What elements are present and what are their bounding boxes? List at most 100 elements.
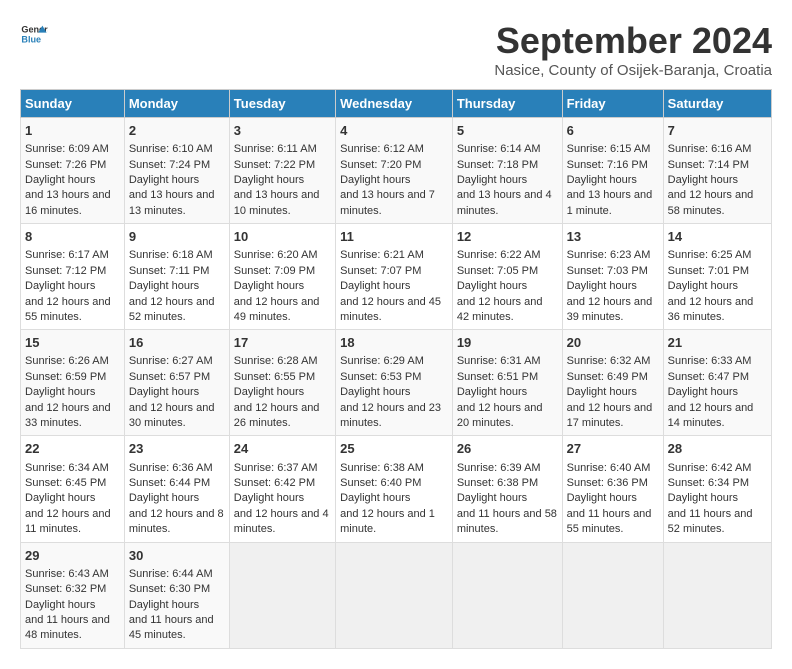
sunset-text: Sunset: 7:24 PM <box>129 158 225 173</box>
day-number: 9 <box>129 228 225 246</box>
table-cell: 22Sunrise: 6:34 AMSunset: 6:45 PMDayligh… <box>21 436 125 542</box>
daylight-detail: and 12 hours and 1 minute. <box>340 507 448 538</box>
page-header: General Blue September 2024 Nasice, Coun… <box>20 20 772 79</box>
sunset-text: Sunset: 6:44 PM <box>129 476 225 491</box>
day-number: 19 <box>457 334 558 352</box>
daylight-text: Daylight hours <box>457 173 558 188</box>
daylight-text: Daylight hours <box>234 279 331 294</box>
sunrise-text: Sunrise: 6:20 AM <box>234 248 331 263</box>
day-number: 11 <box>340 228 448 246</box>
sunrise-text: Sunrise: 6:33 AM <box>668 354 767 369</box>
daylight-text: Daylight hours <box>340 491 448 506</box>
daylight-detail: and 12 hours and 11 minutes. <box>25 507 120 538</box>
sunrise-text: Sunrise: 6:09 AM <box>25 142 120 157</box>
sunrise-text: Sunrise: 6:26 AM <box>25 354 120 369</box>
daylight-text: Daylight hours <box>25 173 120 188</box>
sunset-text: Sunset: 7:26 PM <box>25 158 120 173</box>
daylight-text: Daylight hours <box>668 173 767 188</box>
daylight-detail: and 12 hours and 4 minutes. <box>234 507 331 538</box>
daylight-text: Daylight hours <box>25 279 120 294</box>
header-monday: Monday <box>124 90 229 118</box>
sunset-text: Sunset: 6:47 PM <box>668 370 767 385</box>
table-cell: 14Sunrise: 6:25 AMSunset: 7:01 PMDayligh… <box>663 224 771 330</box>
daylight-text: Daylight hours <box>567 279 659 294</box>
sunrise-text: Sunrise: 6:11 AM <box>234 142 331 157</box>
calendar-body: 1Sunrise: 6:09 AMSunset: 7:26 PMDaylight… <box>21 118 772 649</box>
daylight-detail: and 11 hours and 58 minutes. <box>457 507 558 538</box>
table-cell <box>562 542 663 648</box>
daylight-detail: and 12 hours and 55 minutes. <box>25 295 120 326</box>
daylight-detail: and 12 hours and 30 minutes. <box>129 401 225 432</box>
sunset-text: Sunset: 6:38 PM <box>457 476 558 491</box>
day-number: 6 <box>567 122 659 140</box>
table-cell: 5Sunrise: 6:14 AMSunset: 7:18 PMDaylight… <box>452 118 562 224</box>
calendar-header: Sunday Monday Tuesday Wednesday Thursday… <box>21 90 772 118</box>
day-number: 27 <box>567 440 659 458</box>
daylight-text: Daylight hours <box>668 385 767 400</box>
daylight-detail: and 12 hours and 42 minutes. <box>457 295 558 326</box>
daylight-detail: and 13 hours and 10 minutes. <box>234 188 331 219</box>
daylight-detail: and 12 hours and 58 minutes. <box>668 188 767 219</box>
daylight-detail: and 11 hours and 48 minutes. <box>25 613 120 644</box>
day-number: 17 <box>234 334 331 352</box>
sunset-text: Sunset: 7:01 PM <box>668 264 767 279</box>
day-number: 18 <box>340 334 448 352</box>
daylight-text: Daylight hours <box>234 385 331 400</box>
sunset-text: Sunset: 7:07 PM <box>340 264 448 279</box>
sunset-text: Sunset: 7:22 PM <box>234 158 331 173</box>
svg-text:Blue: Blue <box>21 34 41 44</box>
sunset-text: Sunset: 7:14 PM <box>668 158 767 173</box>
daylight-text: Daylight hours <box>567 173 659 188</box>
table-cell: 26Sunrise: 6:39 AMSunset: 6:38 PMDayligh… <box>452 436 562 542</box>
sunrise-text: Sunrise: 6:15 AM <box>567 142 659 157</box>
daylight-text: Daylight hours <box>25 598 120 613</box>
sunrise-text: Sunrise: 6:42 AM <box>668 461 767 476</box>
table-cell <box>336 542 453 648</box>
table-cell <box>452 542 562 648</box>
sunset-text: Sunset: 6:57 PM <box>129 370 225 385</box>
sunrise-text: Sunrise: 6:34 AM <box>25 461 120 476</box>
table-cell: 1Sunrise: 6:09 AMSunset: 7:26 PMDaylight… <box>21 118 125 224</box>
daylight-detail: and 12 hours and 17 minutes. <box>567 401 659 432</box>
daylight-text: Daylight hours <box>234 491 331 506</box>
sunrise-text: Sunrise: 6:43 AM <box>25 567 120 582</box>
daylight-text: Daylight hours <box>340 385 448 400</box>
day-number: 14 <box>668 228 767 246</box>
sunset-text: Sunset: 7:18 PM <box>457 158 558 173</box>
table-cell: 10Sunrise: 6:20 AMSunset: 7:09 PMDayligh… <box>229 224 335 330</box>
day-number: 2 <box>129 122 225 140</box>
table-cell: 29Sunrise: 6:43 AMSunset: 6:32 PMDayligh… <box>21 542 125 648</box>
day-number: 20 <box>567 334 659 352</box>
sunrise-text: Sunrise: 6:32 AM <box>567 354 659 369</box>
sunset-text: Sunset: 6:45 PM <box>25 476 120 491</box>
table-cell <box>229 542 335 648</box>
sunset-text: Sunset: 7:12 PM <box>25 264 120 279</box>
daylight-detail: and 12 hours and 39 minutes. <box>567 295 659 326</box>
daylight-text: Daylight hours <box>668 491 767 506</box>
daylight-detail: and 13 hours and 7 minutes. <box>340 188 448 219</box>
daylight-detail: and 12 hours and 36 minutes. <box>668 295 767 326</box>
daylight-text: Daylight hours <box>129 385 225 400</box>
sunrise-text: Sunrise: 6:28 AM <box>234 354 331 369</box>
sunrise-text: Sunrise: 6:14 AM <box>457 142 558 157</box>
month-title: September 2024 <box>494 20 772 62</box>
day-number: 4 <box>340 122 448 140</box>
table-cell: 13Sunrise: 6:23 AMSunset: 7:03 PMDayligh… <box>562 224 663 330</box>
table-cell: 27Sunrise: 6:40 AMSunset: 6:36 PMDayligh… <box>562 436 663 542</box>
daylight-text: Daylight hours <box>668 279 767 294</box>
day-number: 24 <box>234 440 331 458</box>
sunrise-text: Sunrise: 6:31 AM <box>457 354 558 369</box>
day-number: 8 <box>25 228 120 246</box>
daylight-detail: and 13 hours and 16 minutes. <box>25 188 120 219</box>
daylight-detail: and 13 hours and 13 minutes. <box>129 188 225 219</box>
day-number: 15 <box>25 334 120 352</box>
table-cell: 18Sunrise: 6:29 AMSunset: 6:53 PMDayligh… <box>336 330 453 436</box>
sunrise-text: Sunrise: 6:29 AM <box>340 354 448 369</box>
logo-icon: General Blue <box>20 20 48 48</box>
sunrise-text: Sunrise: 6:40 AM <box>567 461 659 476</box>
header-friday: Friday <box>562 90 663 118</box>
daylight-text: Daylight hours <box>234 173 331 188</box>
table-cell: 20Sunrise: 6:32 AMSunset: 6:49 PMDayligh… <box>562 330 663 436</box>
daylight-text: Daylight hours <box>567 385 659 400</box>
sunrise-text: Sunrise: 6:10 AM <box>129 142 225 157</box>
